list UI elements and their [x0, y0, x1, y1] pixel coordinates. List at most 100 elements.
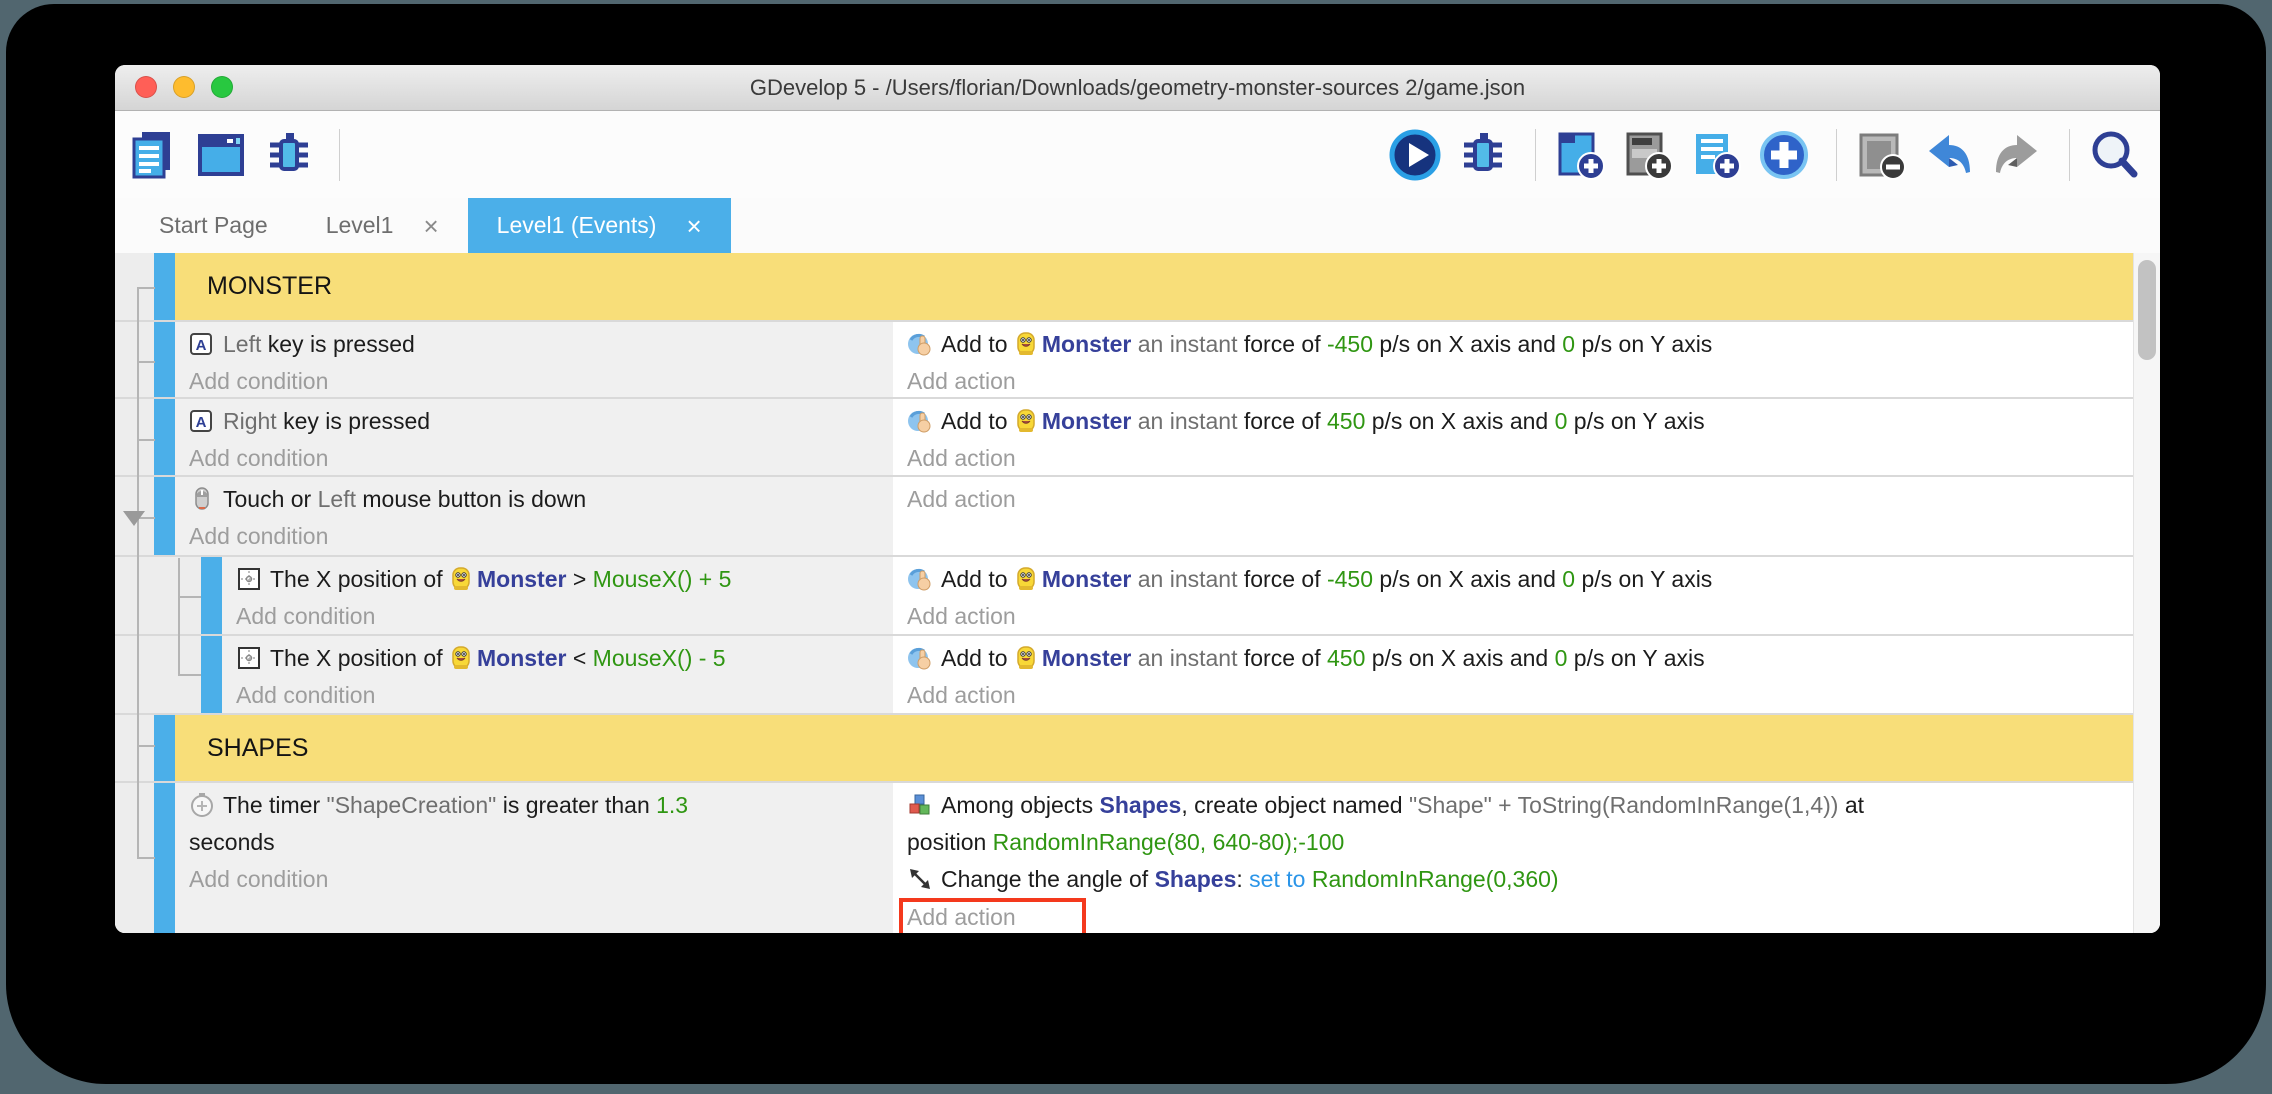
- monster-icon: [1016, 561, 1036, 598]
- add-event-button[interactable]: [1556, 127, 1612, 183]
- action-sentence[interactable]: Add to Monster an instant force of -450 …: [907, 326, 2125, 363]
- add-condition-button[interactable]: Add condition: [189, 368, 328, 394]
- angle-icon: [907, 861, 933, 898]
- action-sentence[interactable]: Add to Monster an instant force of 450 p…: [907, 640, 2125, 677]
- conditions-column: The X position of Monster < MouseX() - 5…: [222, 636, 895, 713]
- event-row[interactable]: ALeft key is pressed Add condition Add to …: [115, 322, 2133, 399]
- event-gutter: [115, 253, 154, 320]
- event-selection-bar[interactable]: [154, 399, 175, 475]
- actions-column: Add to Monster an instant force of -450 …: [895, 322, 2133, 397]
- conditions-column: ARight key is pressed Add condition: [175, 399, 895, 475]
- event-selection-bar[interactable]: [154, 783, 175, 933]
- conditions-column: Touch or Left mouse button is down Add co…: [175, 477, 895, 555]
- action-sentence[interactable]: Add to Monster an instant force of -450 …: [907, 561, 2125, 598]
- condition-sentence[interactable]: ALeft key is pressed: [189, 326, 885, 363]
- event-row[interactable]: The X position of Monster < MouseX() - 5…: [115, 636, 2133, 715]
- event-gutter: [115, 783, 154, 933]
- condition-sentence[interactable]: The X position of Monster > MouseX() + 5: [236, 561, 885, 598]
- add-circle-button[interactable]: [1760, 127, 1816, 183]
- debug-button[interactable]: [1459, 127, 1515, 183]
- play-button[interactable]: [1391, 127, 1447, 183]
- event-row[interactable]: ARight key is pressed Add condition Add to…: [115, 399, 2133, 477]
- event-gutter: [115, 399, 154, 475]
- remove-event-button[interactable]: [1857, 127, 1913, 183]
- event-selection-bar[interactable]: [201, 636, 222, 713]
- event-blocks: MONSTER ALeft key is pressed Add condition…: [115, 253, 2133, 933]
- maximize-window-button[interactable]: [211, 76, 233, 98]
- tab-level1[interactable]: Level1×: [297, 198, 468, 253]
- event-selection-bar[interactable]: [154, 253, 175, 320]
- monster-icon: [1016, 326, 1036, 363]
- add-subevent-icon: [1620, 127, 1676, 183]
- keyboard-icon: A: [189, 403, 215, 440]
- action-sentence[interactable]: Among objects Shapes, create object name…: [907, 787, 2125, 861]
- title-bar: GDevelop 5 - /Users/florian/Downloads/ge…: [115, 65, 2160, 111]
- scrollbar-thumb[interactable]: [2138, 260, 2156, 360]
- event-selection-bar[interactable]: [154, 477, 175, 555]
- add-comment-button[interactable]: [1692, 127, 1748, 183]
- condition-sentence[interactable]: The timer "ShapeCreation" is greater tha…: [189, 787, 885, 861]
- undo-button[interactable]: [1925, 127, 1981, 183]
- tab-label: Start Page: [159, 212, 268, 239]
- close-tab-icon[interactable]: ×: [423, 213, 438, 239]
- add-condition-button[interactable]: Add condition: [189, 523, 328, 549]
- project-manager-button[interactable]: [129, 127, 185, 183]
- add-condition-button[interactable]: Add condition: [236, 682, 375, 708]
- scene-editor-button[interactable]: [197, 127, 253, 183]
- window-title: GDevelop 5 - /Users/florian/Downloads/ge…: [750, 75, 1525, 101]
- position-icon: [236, 561, 262, 598]
- event-selection-bar[interactable]: [154, 715, 175, 781]
- close-window-button[interactable]: [135, 76, 157, 98]
- monster-icon: [1016, 640, 1036, 677]
- condition-sentence[interactable]: The X position of Monster < MouseX() - 5: [236, 640, 885, 677]
- event-gutter: [115, 715, 154, 781]
- toolbar-separator: [1535, 129, 1536, 181]
- tab-level1-events-[interactable]: Level1 (Events)×: [468, 198, 731, 253]
- group-header[interactable]: SHAPES: [115, 715, 2133, 783]
- event-row[interactable]: The X position of Monster > MouseX() + 5…: [115, 557, 2133, 636]
- close-tab-icon[interactable]: ×: [686, 213, 701, 239]
- add-action-button[interactable]: Add action: [899, 898, 1086, 933]
- action-sentence[interactable]: Change the angle of Shapes: set to Rando…: [907, 861, 2125, 898]
- project-manager-icon: [125, 127, 181, 183]
- collapse-triangle-icon[interactable]: [123, 511, 145, 526]
- add-action-button[interactable]: Add action: [907, 445, 1016, 471]
- toolbar-left-group: [129, 127, 321, 183]
- event-row[interactable]: The timer "ShapeCreation" is greater tha…: [115, 783, 2133, 933]
- toolbar-right-group: [1391, 127, 2146, 183]
- actions-column: Add to Monster an instant force of 450 p…: [895, 399, 2133, 475]
- add-action-button[interactable]: Add action: [907, 368, 1016, 394]
- redo-button[interactable]: [1993, 127, 2049, 183]
- undo-icon: [1921, 127, 1977, 183]
- keyboard-icon: A: [189, 326, 215, 363]
- tab-start-page[interactable]: Start Page: [130, 198, 297, 253]
- add-action-button[interactable]: Add action: [907, 682, 1016, 708]
- minimize-window-button[interactable]: [173, 76, 195, 98]
- add-condition-button[interactable]: Add condition: [236, 603, 375, 629]
- action-sentence[interactable]: Add to Monster an instant force of 450 p…: [907, 403, 2125, 440]
- add-subevent-button[interactable]: [1624, 127, 1680, 183]
- conditions-column: The timer "ShapeCreation" is greater tha…: [175, 783, 895, 933]
- event-row[interactable]: Touch or Left mouse button is down Add co…: [115, 477, 2133, 557]
- vertical-scrollbar[interactable]: [2133, 253, 2160, 933]
- add-condition-button[interactable]: Add condition: [189, 445, 328, 471]
- group-header[interactable]: MONSTER: [115, 253, 2133, 322]
- event-selection-bar[interactable]: [154, 322, 175, 397]
- traffic-lights: [135, 76, 233, 98]
- force-icon: [907, 326, 933, 363]
- remove-event-icon: [1853, 127, 1909, 183]
- debug-button[interactable]: [265, 127, 321, 183]
- search-button[interactable]: [2090, 127, 2146, 183]
- add-condition-button[interactable]: Add condition: [189, 866, 328, 892]
- svg-text:A: A: [196, 414, 207, 431]
- add-action-button[interactable]: Add action: [907, 486, 1016, 512]
- event-selection-bar[interactable]: [201, 557, 222, 634]
- add-circle-icon: [1756, 127, 1812, 183]
- create-icon: [907, 787, 933, 824]
- actions-column: Add action: [895, 477, 2133, 555]
- group-label: MONSTER: [175, 253, 2133, 320]
- condition-sentence[interactable]: ARight key is pressed: [189, 403, 885, 440]
- add-action-button[interactable]: Add action: [907, 603, 1016, 629]
- condition-sentence[interactable]: Touch or Left mouse button is down: [189, 481, 885, 518]
- toolbar-separator: [1836, 129, 1837, 181]
